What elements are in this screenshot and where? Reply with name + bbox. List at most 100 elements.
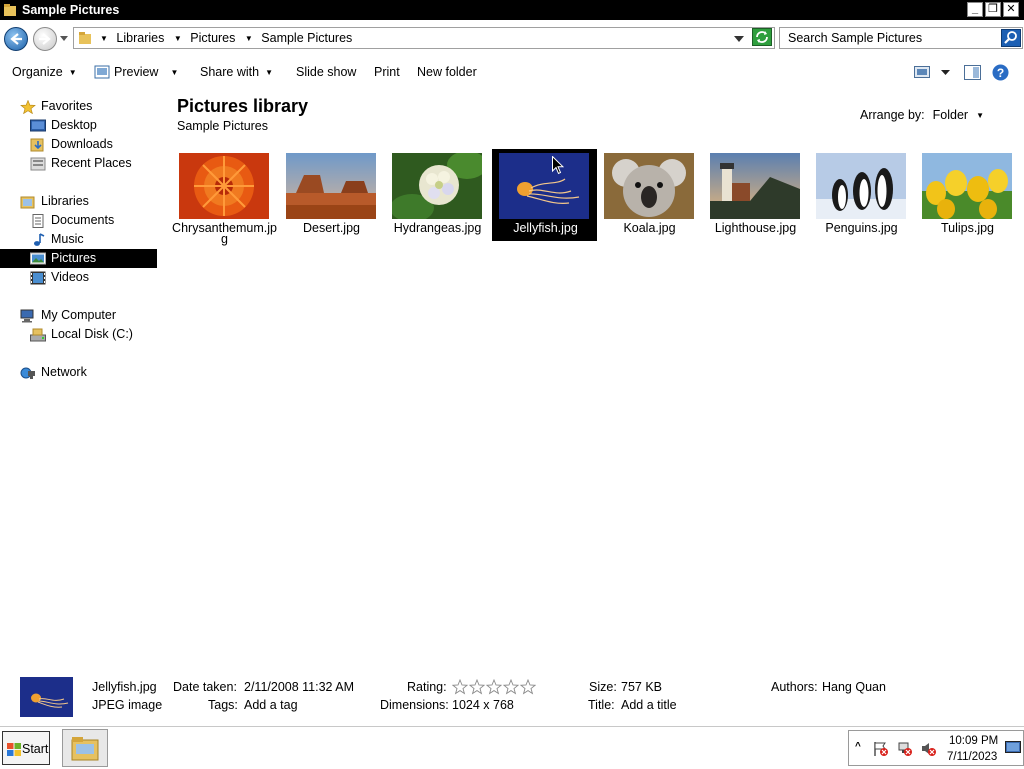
breadcrumb-arrow-icon[interactable]: ▼ — [100, 34, 108, 43]
show-desktop-icon[interactable] — [1005, 741, 1021, 755]
dimensions-label: Dimensions: — [380, 698, 449, 712]
view-options-chevron-icon[interactable] — [941, 70, 950, 75]
tags-value[interactable]: Add a tag — [244, 698, 298, 712]
nav-libraries[interactable]: Libraries — [18, 192, 158, 211]
slide-show-button[interactable]: Slide show — [296, 65, 356, 79]
star-icon — [485, 679, 503, 695]
restore-button[interactable]: ❐ — [985, 2, 1001, 17]
date-taken-value[interactable]: 2/11/2008 11:32 AM — [244, 680, 354, 694]
dimensions-value: 1024 x 768 — [452, 698, 514, 712]
help-icon[interactable]: ? — [992, 64, 1009, 81]
jellyfish-thumbnail — [499, 153, 589, 219]
nav-local-disk[interactable]: Local Disk (C:) — [28, 325, 158, 344]
nav-pictures-label: Pictures — [51, 251, 97, 265]
size-value: 757 KB — [621, 680, 663, 694]
address-dropdown-icon[interactable] — [734, 36, 744, 42]
recent-pages-dropdown-icon[interactable] — [60, 36, 68, 41]
star-icon — [452, 679, 469, 695]
authors-value[interactable]: Hang Quan — [822, 680, 886, 694]
file-name: Hydrangeas.jpg — [393, 221, 482, 235]
address-bar[interactable]: ▼ Libraries ▼ Pictures ▼ Sample Pictures — [73, 27, 775, 49]
nav-my-computer[interactable]: My Computer — [18, 306, 158, 325]
search-box[interactable] — [779, 27, 1023, 49]
title-bar: Sample Pictures _ ❐ ✕ — [0, 0, 1024, 20]
nav-libraries-label: Libraries — [41, 194, 89, 208]
selected-file-thumbnail — [20, 677, 73, 717]
new-folder-button[interactable]: New folder — [417, 65, 477, 79]
nav-pictures[interactable]: Pictures — [0, 249, 157, 268]
nav-music-label: Music — [51, 232, 84, 246]
folder-icon — [4, 4, 16, 16]
file-item[interactable]: Chrysanthemum.jpg — [172, 149, 277, 245]
search-input[interactable] — [782, 30, 1004, 46]
nav-downloads[interactable]: Downloads — [28, 135, 158, 154]
organize-button[interactable]: Organize ▼ — [12, 65, 77, 79]
hard-drive-icon — [30, 328, 46, 342]
file-item[interactable]: Penguins.jpg — [809, 149, 914, 241]
pictures-icon — [30, 252, 46, 265]
arrange-by-label: Arrange by: — [860, 108, 925, 122]
file-item[interactable]: Koala.jpg — [597, 149, 702, 241]
tags-label: Tags: — [208, 698, 238, 712]
file-item-selected[interactable]: Jellyfish.jpg — [492, 149, 597, 241]
penguins-thumbnail — [816, 153, 906, 219]
preview-icon — [94, 65, 110, 79]
action-center-flag-icon[interactable] — [873, 741, 889, 757]
videos-icon — [30, 271, 46, 285]
desert-thumbnail — [286, 153, 376, 219]
breadcrumb-arrow-icon[interactable]: ▼ — [174, 34, 182, 43]
file-item[interactable]: Desert.jpg — [279, 149, 384, 241]
arrange-by-value: Folder — [932, 108, 969, 122]
refresh-button[interactable] — [752, 28, 772, 46]
volume-muted-icon[interactable] — [921, 741, 937, 757]
minimize-button[interactable]: _ — [967, 2, 983, 17]
arrange-by-control[interactable]: Arrange by: Folder ▼ — [860, 108, 984, 122]
close-button[interactable]: ✕ — [1003, 2, 1019, 17]
rating-stars[interactable] — [452, 679, 536, 695]
clock-date[interactable]: 7/11/2023 — [947, 751, 997, 763]
nav-videos[interactable]: Videos — [28, 268, 158, 287]
preview-pane-icon[interactable] — [964, 65, 981, 80]
nav-network[interactable]: Network — [18, 363, 158, 382]
title-value[interactable]: Add a title — [621, 698, 677, 712]
search-button[interactable] — [1001, 29, 1021, 47]
taskbar-explorer-button[interactable] — [62, 729, 108, 767]
start-button[interactable]: Start — [2, 731, 50, 765]
change-view-icon[interactable] — [914, 66, 930, 78]
computer-icon — [20, 309, 34, 323]
nav-desktop-label: Desktop — [51, 118, 97, 132]
breadcrumb-pictures[interactable]: Pictures — [190, 31, 235, 45]
nav-documents[interactable]: Documents — [28, 211, 158, 230]
breadcrumb-sample-pictures[interactable]: Sample Pictures — [261, 31, 352, 45]
rating-label: Rating: — [407, 680, 447, 694]
nav-desktop[interactable]: Desktop — [28, 116, 158, 135]
navigation-pane: Favorites Desktop Downloads Recent Place… — [0, 92, 160, 672]
nav-favorites[interactable]: Favorites — [18, 97, 158, 116]
back-button[interactable] — [4, 27, 28, 51]
nav-music[interactable]: Music — [28, 230, 158, 249]
clock-time[interactable]: 10:09 PM — [949, 735, 998, 747]
size-label: Size: — [589, 680, 617, 694]
nav-downloads-label: Downloads — [51, 137, 113, 151]
network-status-icon[interactable] — [897, 741, 913, 757]
nav-videos-label: Videos — [51, 270, 89, 284]
preview-label: Preview — [114, 65, 159, 79]
preview-button[interactable]: Preview ▼ — [94, 65, 178, 79]
file-item[interactable]: Hydrangeas.jpg — [385, 149, 490, 241]
forward-button[interactable] — [33, 27, 57, 51]
breadcrumb-arrow-icon[interactable]: ▼ — [245, 34, 253, 43]
print-button[interactable]: Print — [374, 65, 400, 79]
share-with-button[interactable]: Share with ▼ — [200, 65, 273, 79]
chrysanthemum-thumbnail — [179, 153, 269, 219]
breadcrumb-libraries[interactable]: Libraries — [116, 31, 164, 45]
nav-recent-places[interactable]: Recent Places — [28, 154, 158, 173]
nav-favorites-label: Favorites — [41, 99, 93, 113]
file-item[interactable]: Tulips.jpg — [915, 149, 1020, 241]
file-item[interactable]: Lighthouse.jpg — [703, 149, 808, 241]
star-icon — [502, 679, 520, 695]
refresh-icon — [756, 31, 768, 43]
show-hidden-icons-icon[interactable]: ^ — [855, 741, 861, 752]
mouse-cursor-icon — [552, 156, 564, 175]
taskbar: Start ^ 10:09 PM 7/11/2023 — [0, 726, 1024, 769]
notification-area: ^ 10:09 PM 7/11/2023 — [848, 730, 1024, 766]
